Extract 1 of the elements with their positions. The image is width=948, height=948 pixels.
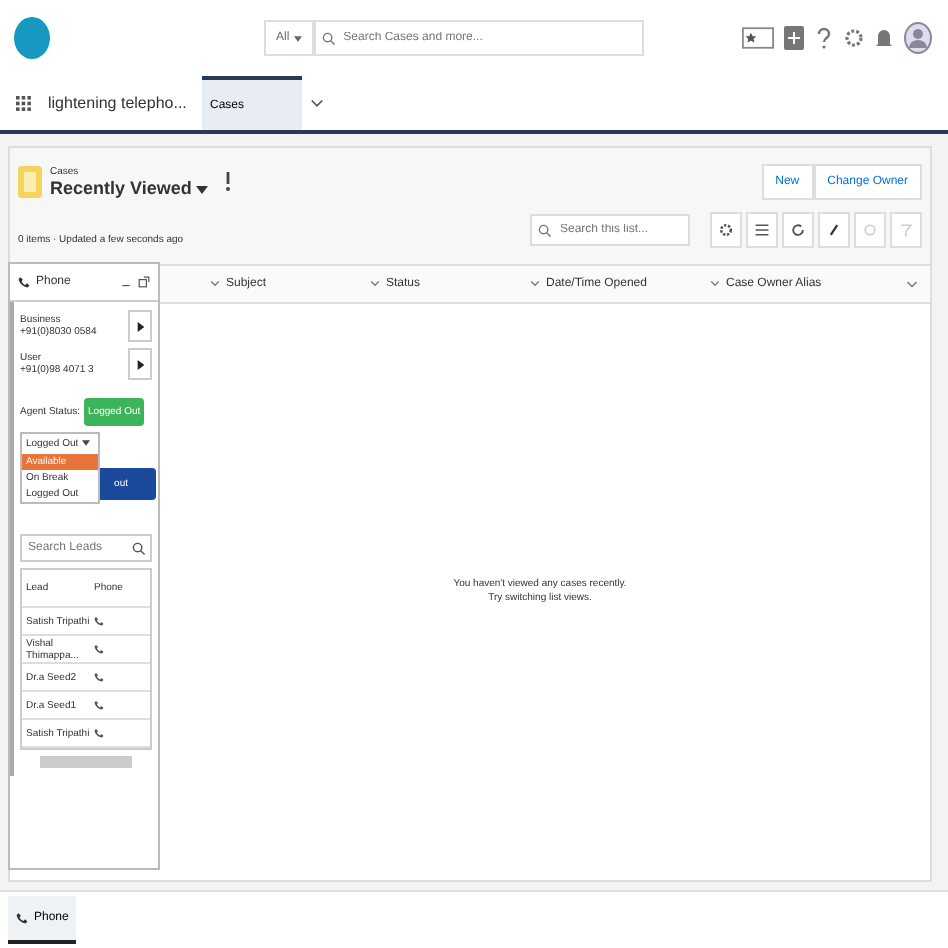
app-name: lightening telepho... [48, 94, 189, 112]
